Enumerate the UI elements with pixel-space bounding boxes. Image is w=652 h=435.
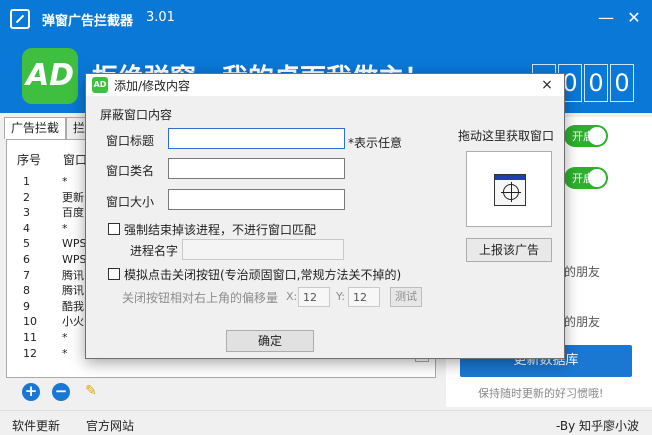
kill-process-checkbox[interactable]	[108, 223, 120, 235]
row-index: 10	[23, 315, 37, 329]
wildcard-hint: *表示任意	[348, 136, 403, 150]
row-title: 腾讯	[62, 268, 84, 282]
kill-process-label[interactable]: 强制结束掉该进程，不进行窗口匹配	[124, 221, 316, 238]
add-edit-dialog: AD 添加/修改内容 × 屏蔽窗口内容 窗口标题 *表示任意 窗口类名 窗口大小…	[85, 73, 565, 359]
window-picker-target[interactable]	[466, 151, 552, 227]
tip-text-2: 的朋友	[564, 315, 601, 329]
row-index: 6	[23, 253, 30, 266]
minimize-icon[interactable]: —	[596, 8, 616, 28]
close-icon[interactable]: ✕	[624, 8, 644, 28]
window-class-input[interactable]	[168, 158, 345, 179]
tab-bar: 广告拦截 拦	[4, 117, 93, 139]
offset-label: 关闭按钮相对右上角的偏移量	[122, 291, 279, 305]
row-index: 9	[23, 299, 30, 313]
simulate-click-label[interactable]: 模拟点击关闭按钮(专治顽固窗口,常规方法关不掉的)	[124, 266, 401, 283]
row-index: 4	[23, 221, 30, 235]
update-tip: 保持随时更新的好习惯哦!	[478, 387, 604, 400]
dialog-close-icon[interactable]: ×	[538, 75, 556, 95]
app-logo: AD	[22, 48, 78, 104]
x-label: X:	[286, 290, 298, 303]
row-title: 更新	[62, 190, 84, 204]
report-ad-button[interactable]: 上报该广告	[466, 238, 552, 262]
counter-digit: 0	[610, 64, 634, 102]
app-version: 3.01	[146, 10, 175, 25]
dialog-app-icon: AD	[92, 77, 108, 93]
app-block-icon	[10, 9, 30, 29]
offset-y-input[interactable]	[348, 287, 380, 307]
test-button[interactable]: 测试	[390, 287, 422, 307]
block-content-group-label: 屏蔽窗口内容	[100, 108, 173, 122]
official-site-link[interactable]: 官方网站	[86, 417, 134, 434]
window-class-label: 窗口类名	[106, 164, 155, 178]
row-index: 3	[23, 206, 30, 220]
add-rule-icon[interactable]: +	[22, 383, 40, 401]
y-label: Y:	[336, 290, 345, 303]
row-title: 腾讯	[62, 284, 84, 298]
row-title: *	[62, 175, 68, 188]
software-update-link[interactable]: 软件更新	[12, 417, 60, 434]
tab-ad-block[interactable]: 广告拦截	[4, 117, 67, 139]
row-title: *	[62, 331, 68, 344]
window-size-label: 窗口大小	[106, 195, 155, 209]
tip-text-1: 的朋友	[564, 265, 601, 279]
row-index: 1	[23, 175, 30, 188]
window-title-input[interactable]	[168, 128, 345, 149]
row-title: 小火	[62, 315, 84, 329]
drag-window-label: 拖动这里获取窗口	[458, 129, 555, 143]
list-toolbar: + − ✎	[22, 383, 100, 401]
app-title: 弹窗广告拦截器	[42, 14, 134, 29]
row-index: 11	[23, 331, 37, 344]
offset-x-input[interactable]	[298, 287, 330, 307]
footer: 软件更新 官方网站 -By 知乎廖小波	[0, 410, 652, 435]
crosshair-window-icon[interactable]	[494, 174, 526, 206]
toggle-switch-2[interactable]: 开启	[564, 167, 608, 189]
row-title: *	[62, 221, 68, 235]
column-header-title[interactable]: 窗口	[53, 148, 87, 172]
ok-button[interactable]: 确定	[226, 330, 314, 352]
row-title: *	[62, 346, 68, 360]
author-credit: -By 知乎廖小波	[556, 419, 640, 433]
row-index: 2	[23, 190, 30, 204]
counter-digit: 0	[584, 64, 608, 102]
row-index: 8	[23, 284, 30, 298]
row-title: 百度	[62, 206, 84, 220]
row-title: WPS	[62, 253, 87, 266]
row-title: WPS	[62, 237, 87, 251]
row-title: 酷我	[62, 299, 84, 313]
row-index: 5	[23, 237, 30, 251]
row-index: 7	[23, 268, 30, 282]
window-size-input[interactable]	[168, 189, 345, 210]
dialog-title-bar: AD 添加/修改内容 ×	[86, 74, 564, 96]
process-name-label: 进程名字	[130, 244, 179, 258]
dialog-title: 添加/修改内容	[114, 79, 191, 93]
window-title-label: 窗口标题	[106, 134, 155, 148]
title-bar: 弹窗广告拦截器 3.01 — ✕	[0, 0, 652, 38]
edit-rule-icon[interactable]: ✎	[82, 383, 100, 401]
column-header-index[interactable]: 序号	[7, 148, 53, 172]
process-name-input[interactable]	[182, 239, 344, 260]
row-index: 12	[23, 346, 37, 360]
simulate-click-checkbox[interactable]	[108, 268, 120, 280]
toggle-switch-1[interactable]: 开启	[564, 125, 608, 147]
remove-rule-icon[interactable]: −	[52, 383, 70, 401]
